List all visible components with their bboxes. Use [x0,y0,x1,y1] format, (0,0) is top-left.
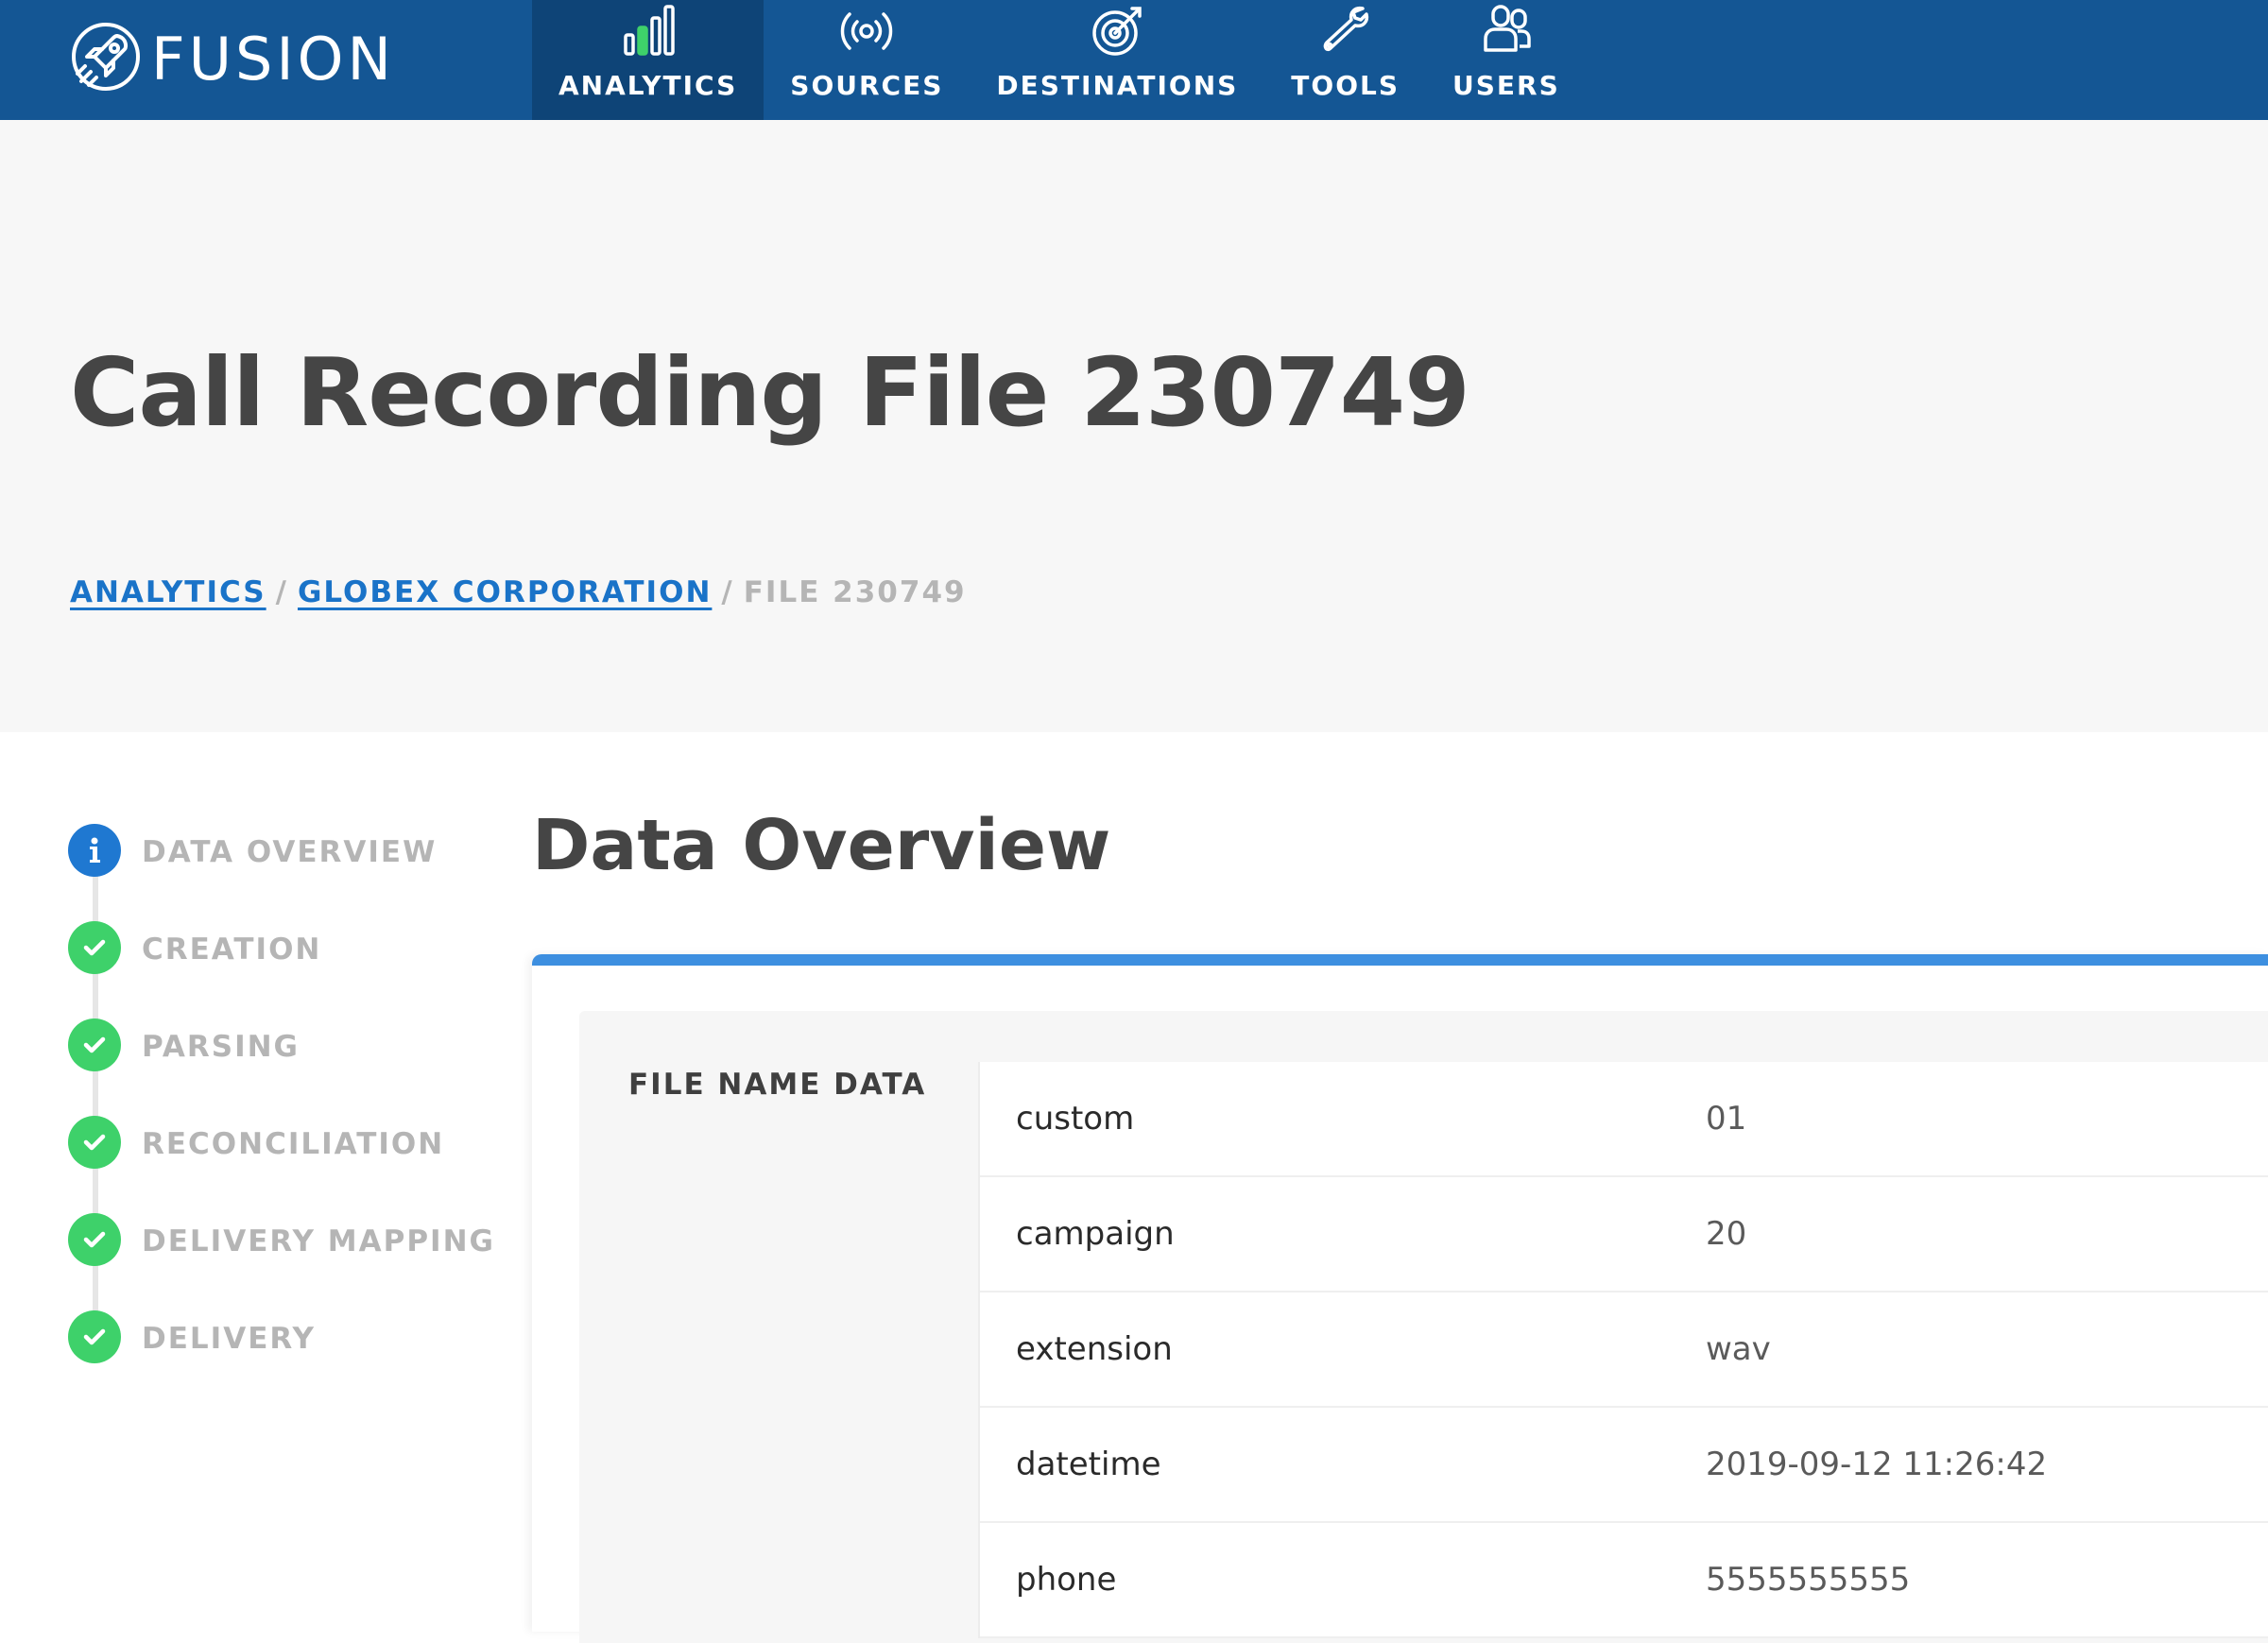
table-row: phone 5555555555 [980,1523,2268,1638]
field-value: 01 [1706,1100,1747,1138]
rocket-logo-icon [68,19,144,99]
breadcrumb-link-analytics[interactable]: ANALYTICS [70,575,266,609]
breadcrumb: ANALYTICS / GLOBEX CORPORATION / FILE 230749 [70,575,967,609]
field-key: custom [1016,1100,1135,1138]
main-nav: ANALYTICS SOURCES DESTINATIONS TOOLS USE… [532,0,1587,120]
field-value: 5555555555 [1706,1561,1911,1599]
checkmark-icon [68,1018,121,1071]
nav-label: DESTINATIONS [996,70,1239,101]
step-data-overview[interactable]: DATA OVERVIEW [68,824,484,921]
field-value: 2019-09-12 11:26:42 [1706,1446,2048,1483]
data-overview-card: FILE NAME DATA custom 01 campaign 20 ext… [532,954,2268,1643]
breadcrumb-link-globex-corporation[interactable]: GLOBEX CORPORATION [298,575,712,609]
table-row: campaign 20 [980,1177,2268,1292]
page-header: Call Recording File 230749 ANALYTICS / GLO… [0,120,2268,732]
checkmark-icon [68,1310,121,1363]
nav-item-destinations[interactable]: DESTINATIONS [970,0,1264,120]
field-key: extension [1016,1330,1173,1368]
panel-label: FILE NAME DATA [628,1068,927,1102]
table-row: datetime 2019-09-12 11:26:42 [980,1408,2268,1523]
wrench-icon [1315,3,1376,70]
table-row: custom 01 [980,1062,2268,1177]
step-label: DELIVERY [142,1322,316,1356]
step-delivery[interactable]: DELIVERY [68,1310,484,1408]
step-creation[interactable]: CREATION [68,921,484,1018]
step-label: DELIVERY MAPPING [142,1224,495,1258]
page-title: Call Recording File 230749 [70,337,1470,448]
target-icon [1087,3,1147,70]
step-label: CREATION [142,933,322,967]
field-value: wav [1706,1330,1771,1368]
nav-item-users[interactable]: USERS [1426,0,1587,120]
bar-chart-icon [618,3,679,70]
checkmark-icon [68,1116,121,1169]
step-delivery-mapping[interactable]: DELIVERY MAPPING [68,1213,493,1310]
field-key: campaign [1016,1215,1175,1253]
broadcast-icon [836,3,897,70]
step-reconciliation[interactable]: RECONCILIATION [68,1116,484,1213]
step-label: DATA OVERVIEW [142,835,438,869]
breadcrumb-separator: / [275,575,288,609]
nav-label: ANALYTICS [558,70,738,101]
field-key: phone [1016,1561,1117,1599]
users-icon [1476,3,1537,70]
breadcrumb-separator: / [721,575,734,609]
step-label: RECONCILIATION [142,1127,445,1161]
step-parsing[interactable]: PARSING [68,1018,484,1116]
nav-item-analytics[interactable]: ANALYTICS [532,0,765,120]
section-title: Data Overview [532,805,1111,886]
brand-name: FUSION [151,24,395,94]
nav-label: USERS [1452,70,1560,101]
nav-item-sources[interactable]: SOURCES [764,0,970,120]
file-name-data-panel: FILE NAME DATA custom 01 campaign 20 ext… [579,1011,2268,1643]
field-value: 20 [1706,1215,1747,1253]
top-navigation-bar: FUSION ANALYTICS SOURCES DESTINATIONS TO… [0,0,2268,120]
breadcrumb-current: FILE 230749 [743,575,967,609]
table-row: extension wav [980,1292,2268,1408]
nav-label: SOURCES [790,70,944,101]
brand-logo[interactable]: FUSION [68,21,395,96]
info-icon [68,824,121,877]
nav-item-tools[interactable]: TOOLS [1264,0,1426,120]
step-label: PARSING [142,1030,300,1064]
progress-steps: DATA OVERVIEW CREATION PARSING RECONCILI… [68,824,493,1408]
nav-label: TOOLS [1291,70,1400,101]
checkmark-icon [68,1213,121,1266]
file-name-data-table: custom 01 campaign 20 extension wav date… [978,1062,2268,1638]
checkmark-icon [68,921,121,974]
field-key: datetime [1016,1446,1161,1483]
